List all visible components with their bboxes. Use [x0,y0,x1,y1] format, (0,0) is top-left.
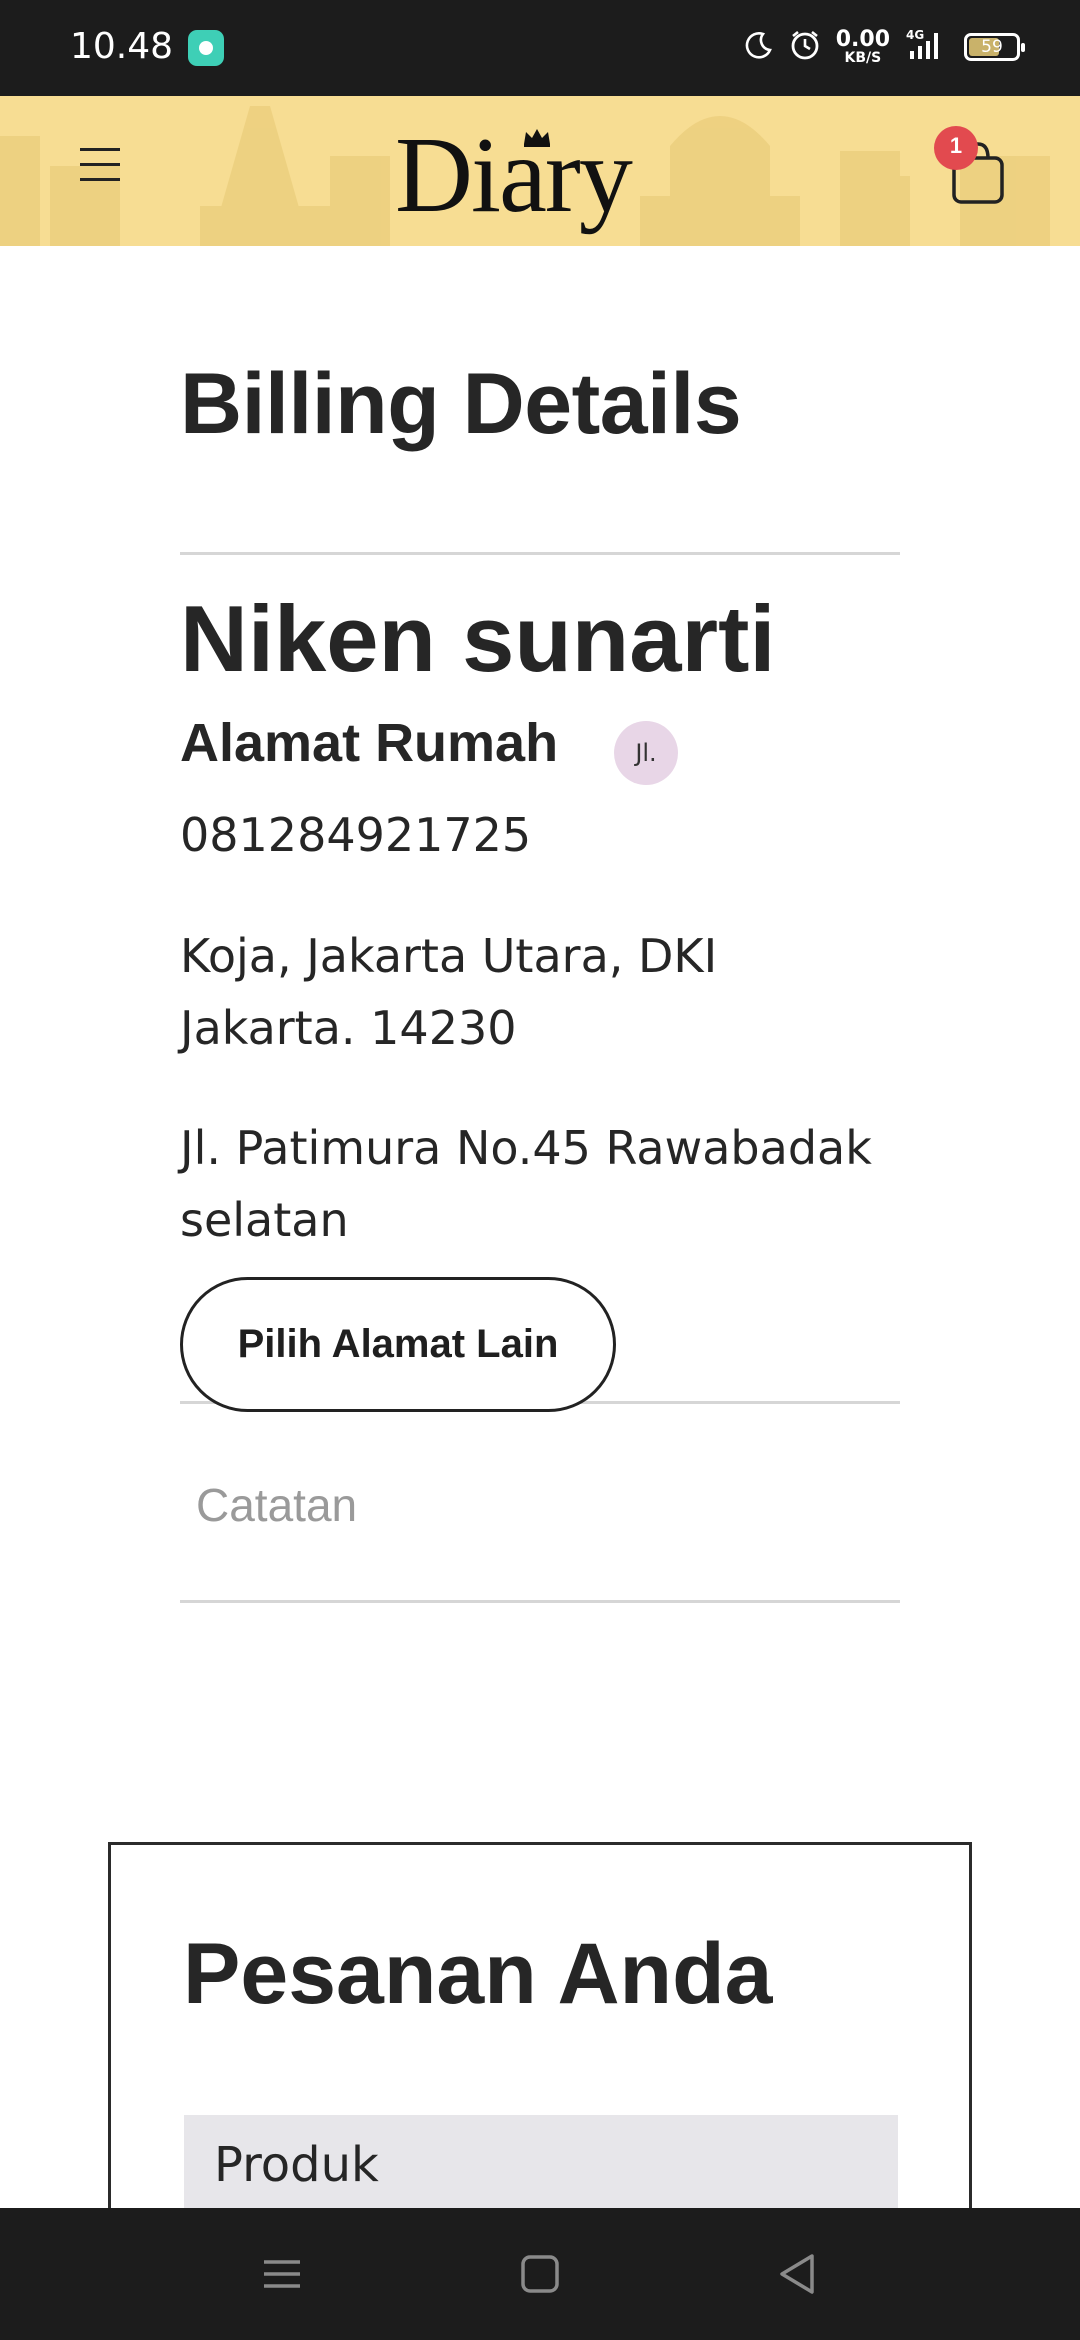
recents-icon [264,2260,300,2288]
home-button[interactable] [510,2244,570,2304]
brand-logo[interactable]: Diary [395,106,655,236]
hamburger-menu-icon [80,148,120,151]
alarm-icon [788,28,822,67]
address-label: Alamat Rumah [180,713,559,773]
logo-text: Diary [395,116,633,235]
battery-icon: 59 [964,33,1025,61]
system-nav-bar [0,2208,1080,2340]
svg-text:4G: 4G [906,28,924,42]
app-notification-icon [188,30,224,66]
notes-input[interactable] [180,1415,900,1595]
back-button[interactable] [768,2244,828,2304]
change-address-button[interactable]: Pilih Alamat Lain [180,1277,616,1412]
back-icon [780,2254,814,2294]
site-header: Diary 1 [0,96,1080,246]
status-icons: 0.00 KB/S 4G 59 [744,22,1025,72]
divider [180,1600,900,1603]
network-speed: 0.00 KB/S [835,27,890,66]
address-type-chip: Jl. [614,721,678,785]
menu-button[interactable] [80,148,124,188]
customer-name: Niken sunarti [180,586,776,691]
cart-count-badge: 1 [934,126,978,170]
moon-icon [744,30,774,65]
signal-icon: 4G [904,27,950,68]
crown-icon [524,129,550,147]
status-time: 10.48 [70,26,174,67]
status-bar: 10.48 0.00 KB/S 4G 59 [0,0,1080,96]
divider [180,552,900,555]
page-title: Billing Details [180,356,742,452]
phone-number: 081284921725 [180,808,532,862]
address-street: Jl. Patimura No.45 Rawabadak selatan [180,1121,872,1247]
address-city: Koja, Jakarta Utara, DKI Jakarta. 14230 [180,929,718,1055]
recents-button[interactable] [252,2244,312,2304]
product-column-header: Produk [214,2137,379,2193]
order-title: Pesanan Anda [183,1926,773,2022]
order-table-header: Produk [184,2115,898,2215]
home-icon [521,2255,559,2293]
